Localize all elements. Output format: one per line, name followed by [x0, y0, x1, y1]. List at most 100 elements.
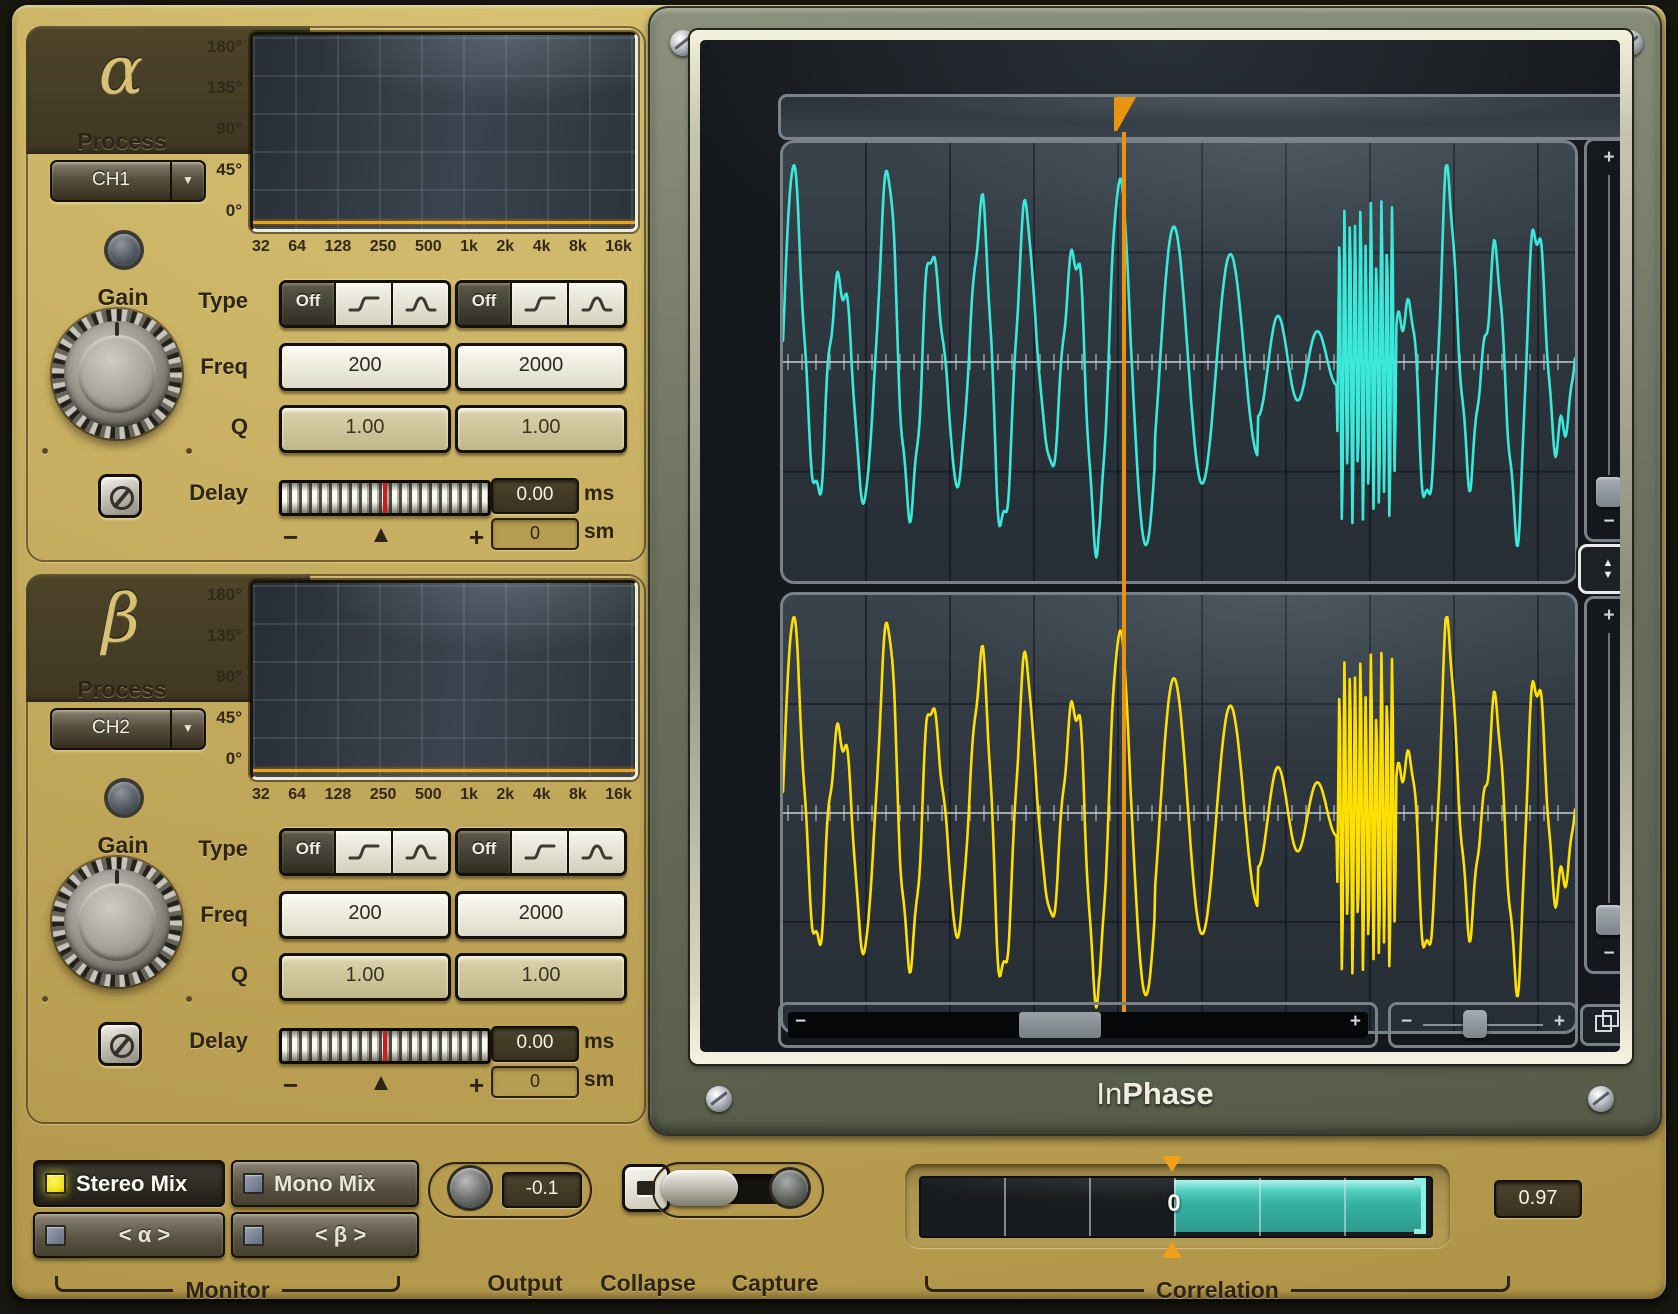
- phase-axis-tick: 180°: [207, 37, 242, 57]
- filter1-type-shelf[interactable]: [336, 831, 391, 873]
- meter-gridline: [1259, 1178, 1261, 1236]
- horizontal-zoom-slider[interactable]: − +: [1388, 1002, 1578, 1048]
- monitor-beta-button[interactable]: < β >: [231, 1212, 419, 1258]
- filter1-type-shelf[interactable]: [336, 283, 391, 325]
- freq-axis-tick: 250: [370, 786, 397, 804]
- monitor-alpha-button[interactable]: < α >: [33, 1212, 225, 1258]
- filter1-type-bell[interactable]: [391, 831, 448, 873]
- filter1-type-bell[interactable]: [391, 283, 448, 325]
- vertical-zoom-slider-alpha[interactable]: + −: [1584, 138, 1620, 542]
- freq-axis-tick: 8k: [569, 238, 587, 256]
- correlation-marker-icon: [1162, 1242, 1182, 1258]
- delay-ms-field[interactable]: 0.00: [491, 478, 579, 514]
- delay-wheel[interactable]: [279, 480, 491, 516]
- zoom-out-label[interactable]: −: [1587, 943, 1620, 965]
- waveform-display-module: + − ▲ ▼ + − − + −: [648, 6, 1662, 1136]
- q1-field[interactable]: 1.00: [279, 953, 451, 1001]
- filter2-type-off[interactable]: Off: [458, 283, 512, 325]
- slider-thumb[interactable]: [1596, 905, 1620, 935]
- gain-led: [108, 782, 140, 814]
- phase-graph-screen: [253, 35, 635, 229]
- bracket-line: [55, 1276, 173, 1292]
- freq-axis-tick: 500: [415, 238, 442, 256]
- q2-field[interactable]: 1.00: [455, 953, 627, 1001]
- vertical-zoom-slider-beta[interactable]: + −: [1584, 596, 1620, 974]
- slider-thumb[interactable]: [1463, 1010, 1487, 1038]
- playback-cursor[interactable]: [1122, 132, 1126, 1032]
- freq-axis: 32641282505001k2k4k8k16k: [252, 786, 632, 804]
- freq-axis: 32641282505001k2k4k8k16k: [252, 238, 632, 256]
- freq1-field[interactable]: 200: [279, 891, 451, 939]
- delay-wheel[interactable]: [279, 1028, 491, 1064]
- sm-unit-label: sm: [584, 1068, 634, 1092]
- horizontal-scrollbar[interactable]: − +: [778, 1002, 1378, 1048]
- monitor-group-label: Monitor: [173, 1277, 281, 1304]
- correlation-group-bracket: Correlation: [925, 1266, 1510, 1292]
- q2-field[interactable]: 1.00: [455, 405, 627, 453]
- phase-graph: [250, 580, 638, 780]
- monitor-beta-led: [243, 1225, 264, 1246]
- knob-indicator: [115, 322, 119, 336]
- capture-toggle-lever[interactable]: [662, 1170, 738, 1206]
- hzoom-plus-label[interactable]: +: [1554, 1011, 1565, 1033]
- capture-button[interactable]: [772, 1170, 808, 1206]
- meter-gridline: [1344, 1178, 1346, 1236]
- waveform-panel-alpha[interactable]: [780, 140, 1578, 584]
- delay-samples-field[interactable]: 0: [491, 518, 579, 550]
- zoom-out-label[interactable]: −: [1587, 511, 1620, 533]
- output-value-field[interactable]: -0.1: [502, 1172, 582, 1208]
- spinner-down-icon[interactable]: ▼: [1603, 570, 1614, 581]
- monitor-alpha-label: < α >: [76, 1222, 213, 1248]
- ms-unit-label: ms: [584, 482, 634, 506]
- process-value: CH1: [52, 162, 170, 200]
- delay-minus-label: −: [283, 1070, 298, 1101]
- panel-spinner-button[interactable]: ▲ ▼: [1578, 544, 1620, 594]
- filter2-type-shelf[interactable]: [512, 831, 567, 873]
- freq2-field[interactable]: 2000: [455, 343, 627, 391]
- phase-axis-tick: 45°: [216, 708, 242, 728]
- delay-label: Delay: [118, 480, 248, 506]
- correlation-meter-recess: 0: [905, 1164, 1450, 1248]
- spinner-up-icon[interactable]: ▲: [1603, 558, 1614, 569]
- freq1-field[interactable]: 200: [279, 343, 451, 391]
- phase-axis-tick: 90°: [216, 667, 242, 687]
- scrollbar-thumb[interactable]: [1019, 1012, 1101, 1038]
- filter2-type-bell[interactable]: [567, 283, 624, 325]
- knob-dot: [42, 448, 48, 454]
- slider-thumb[interactable]: [1596, 477, 1620, 507]
- scroll-plus-label[interactable]: +: [1350, 1011, 1361, 1033]
- hzoom-minus-label[interactable]: −: [1401, 1011, 1412, 1033]
- filter1-type-control: Off: [279, 280, 451, 328]
- freq-axis-tick: 32: [252, 786, 270, 804]
- link-panels-button[interactable]: [1580, 1004, 1620, 1046]
- freq-axis-tick: 8k: [569, 786, 587, 804]
- collapse-label: Collapse: [585, 1270, 711, 1297]
- scroll-minus-label[interactable]: −: [795, 1011, 806, 1033]
- zoom-in-label[interactable]: +: [1587, 147, 1620, 169]
- output-knob[interactable]: [450, 1168, 490, 1208]
- freq2-field[interactable]: 2000: [455, 891, 627, 939]
- delay-ms-field[interactable]: 0.00: [491, 1026, 579, 1062]
- freq-axis-tick: 1k: [460, 786, 478, 804]
- stereo-mix-button[interactable]: Stereo Mix: [33, 1160, 225, 1207]
- delay-samples-field[interactable]: 0: [491, 1066, 579, 1098]
- zoom-in-label[interactable]: +: [1587, 605, 1620, 627]
- freq-axis-tick: 16k: [605, 786, 632, 804]
- waveform-panel-beta[interactable]: [780, 592, 1578, 1034]
- type-label: Type: [118, 288, 248, 314]
- q1-field[interactable]: 1.00: [279, 405, 451, 453]
- meter-gridline: [1004, 1178, 1006, 1236]
- output-label: Output: [455, 1270, 595, 1297]
- correlation-range-bracket: [1414, 1178, 1426, 1234]
- freq-axis-tick: 4k: [533, 786, 551, 804]
- filter2-type-bell[interactable]: [567, 831, 624, 873]
- phase-axis: 180°135°90°45°0°: [174, 585, 242, 769]
- filter1-type-off[interactable]: Off: [282, 283, 336, 325]
- filter2-type-shelf[interactable]: [512, 283, 567, 325]
- mono-mix-button[interactable]: Mono Mix: [231, 1160, 419, 1207]
- filter2-type-off[interactable]: Off: [458, 831, 512, 873]
- overview-timeline[interactable]: [778, 94, 1620, 140]
- filter1-type-off[interactable]: Off: [282, 831, 336, 873]
- phase-curve: [253, 769, 635, 772]
- filter2-type-control: Off: [455, 828, 627, 876]
